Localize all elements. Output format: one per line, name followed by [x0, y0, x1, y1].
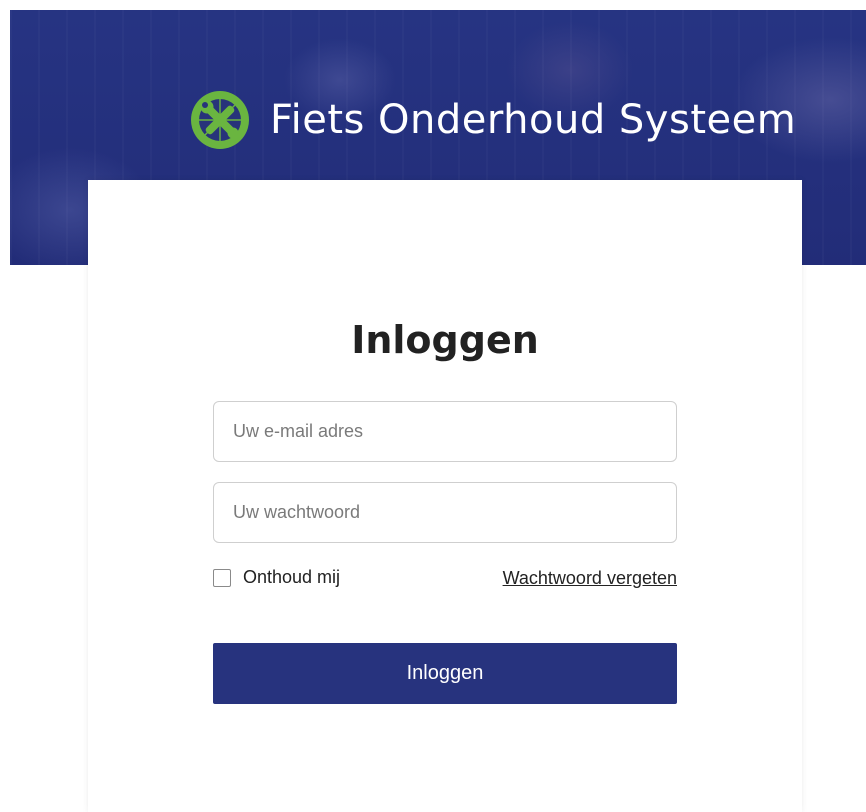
password-input[interactable] [213, 482, 677, 543]
login-card: Inloggen Onthoud mij Wachtwoord vergeten… [88, 180, 802, 812]
remember-me-label: Onthoud mij [243, 567, 341, 587]
bike-wrench-icon [191, 91, 249, 149]
brand: Fiets Onderhoud Systeem [188, 88, 796, 152]
forgot-password-link[interactable]: Wachtwoord vergeten [503, 568, 677, 589]
login-page: Fiets Onderhoud Systeem Inloggen Onthoud… [0, 0, 866, 812]
login-button[interactable]: Inloggen [213, 643, 677, 704]
brand-title: Fiets Onderhoud Systeem [270, 97, 797, 143]
email-input[interactable] [213, 401, 677, 462]
remember-me-checkbox[interactable] [213, 568, 231, 587]
login-title: Inloggen [351, 318, 539, 362]
remember-me[interactable]: Onthoud mij [213, 567, 340, 588]
